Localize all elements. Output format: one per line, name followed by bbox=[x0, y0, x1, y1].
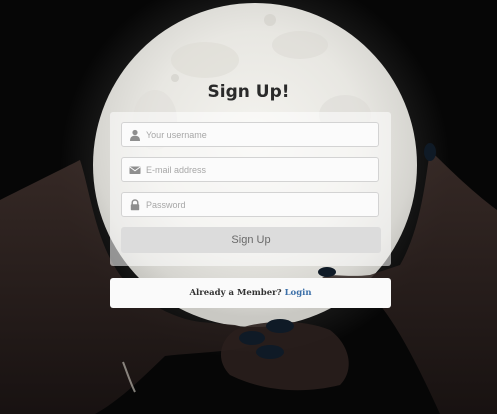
password-field[interactable] bbox=[121, 192, 379, 217]
signup-form: Sign Up bbox=[110, 112, 391, 266]
email-input[interactable] bbox=[146, 158, 371, 181]
envelope-icon bbox=[129, 166, 141, 174]
login-link[interactable]: Login bbox=[285, 288, 312, 298]
password-input[interactable] bbox=[146, 193, 371, 216]
lock-icon bbox=[130, 199, 140, 211]
email-field[interactable] bbox=[121, 157, 379, 182]
already-member-text: Already a Member? bbox=[189, 288, 282, 298]
username-field[interactable] bbox=[121, 122, 379, 147]
already-member-box: Already a Member? Login bbox=[110, 278, 391, 308]
page-title: Sign Up! bbox=[207, 82, 290, 102]
username-input[interactable] bbox=[146, 123, 371, 146]
user-icon bbox=[130, 129, 140, 141]
sign-up-button[interactable]: Sign Up bbox=[121, 227, 381, 253]
